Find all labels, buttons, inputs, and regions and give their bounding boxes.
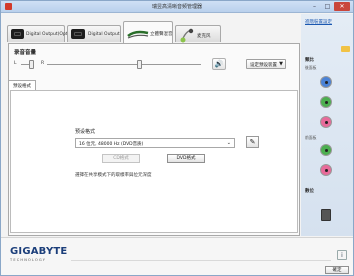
rear-jack-blue[interactable] bbox=[320, 76, 332, 88]
connector-panel: 進階裝置設定 類比 後面板 前面板 數位 bbox=[301, 14, 353, 236]
gigabyte-logo-subtitle: TECHNOLOGY bbox=[10, 258, 47, 262]
edit-icon[interactable]: ✎ bbox=[246, 136, 259, 148]
set-default-device-dropdown[interactable]: 设定预设装置 ▼ bbox=[246, 59, 286, 69]
cd-format-button[interactable]: CD格式 bbox=[102, 154, 140, 163]
front-jack-pink[interactable] bbox=[320, 164, 332, 176]
window-title: 瑞昱高清晰音频管理器 bbox=[151, 4, 202, 10]
tab-microphone[interactable]: 麦克风 bbox=[175, 25, 221, 43]
balance-slider-thumb[interactable] bbox=[29, 60, 34, 69]
chevron-down-icon: ▼ bbox=[279, 61, 283, 67]
tab-label: Digital Output bbox=[88, 32, 120, 37]
tab-stereo-mix[interactable]: 立體聲混音 bbox=[123, 21, 173, 43]
right-channel-label: R bbox=[41, 61, 45, 66]
default-format-panel bbox=[10, 90, 298, 233]
folder-icon[interactable] bbox=[341, 46, 350, 52]
minimize-button[interactable]: – bbox=[308, 2, 321, 11]
advanced-device-settings-link[interactable]: 進階裝置設定 bbox=[305, 19, 332, 25]
device-tabs: Digital Output(Optical) Digital Output 立… bbox=[7, 19, 299, 43]
default-format-label: 预设格式 bbox=[75, 129, 96, 135]
title-bar: 瑞昱高清晰音频管理器 – □ ✕ bbox=[1, 1, 353, 13]
tab-digital-output[interactable]: Digital Output bbox=[67, 25, 121, 42]
maximize-button[interactable]: □ bbox=[321, 2, 334, 11]
digital-device-icon bbox=[71, 29, 85, 39]
microphone-icon bbox=[180, 28, 194, 43]
main-panel: 录音音量 L R 🔊 设定预设装置 ▼ 预设格式 预设格式 16 位元, 480… bbox=[8, 43, 300, 236]
format-hint-text: 選擇在共享模式下的取樣率與位元深度 bbox=[75, 173, 152, 178]
ok-button[interactable]: 確定 bbox=[325, 266, 349, 274]
digital-connector-icon[interactable] bbox=[321, 209, 331, 221]
chevron-down-icon: ⌄ bbox=[226, 140, 231, 146]
recording-volume-title: 录音音量 bbox=[14, 50, 37, 56]
volume-slider-thumb[interactable] bbox=[137, 60, 142, 69]
stereo-mix-icon bbox=[127, 30, 149, 39]
gigabyte-logo: GIGABYTE bbox=[10, 246, 68, 257]
tab-digital-output-optical[interactable]: Digital Output(Optical) bbox=[7, 25, 77, 42]
volume-slider-track[interactable] bbox=[47, 64, 201, 65]
digital-title: 數位 bbox=[305, 189, 314, 194]
default-device-label: 设定预设装置 bbox=[250, 63, 277, 68]
speaker-icon[interactable]: 🔊 bbox=[212, 58, 226, 70]
app-window: 瑞昱高清晰音频管理器 – □ ✕ Digital Output(Optical)… bbox=[0, 0, 354, 276]
dvd-format-button[interactable]: DVD格式 bbox=[167, 154, 205, 163]
info-icon[interactable]: i bbox=[337, 250, 347, 260]
tab-label: 立體聲混音 bbox=[150, 32, 173, 37]
format-select-value: 16 位元, 48000 Hz (DVD音质) bbox=[79, 142, 144, 147]
rear-panel-label: 後面板 bbox=[305, 65, 317, 70]
footer-divider bbox=[71, 260, 331, 261]
analog-title: 類比 bbox=[305, 58, 314, 63]
close-button[interactable]: ✕ bbox=[334, 2, 350, 11]
rear-jack-green[interactable] bbox=[320, 96, 332, 108]
tab-label: 麦克风 bbox=[197, 34, 211, 39]
tab-default-format[interactable]: 预设格式 bbox=[8, 80, 36, 90]
rear-jack-pink[interactable] bbox=[320, 116, 332, 128]
format-select[interactable]: 16 位元, 48000 Hz (DVD音质) ⌄ bbox=[75, 138, 235, 148]
optical-device-icon bbox=[11, 29, 24, 39]
left-channel-label: L bbox=[14, 61, 17, 66]
front-jack-green[interactable] bbox=[320, 144, 332, 156]
footer: GIGABYTE TECHNOLOGY i 確定 bbox=[1, 237, 353, 275]
front-panel-label: 前面板 bbox=[305, 135, 317, 140]
